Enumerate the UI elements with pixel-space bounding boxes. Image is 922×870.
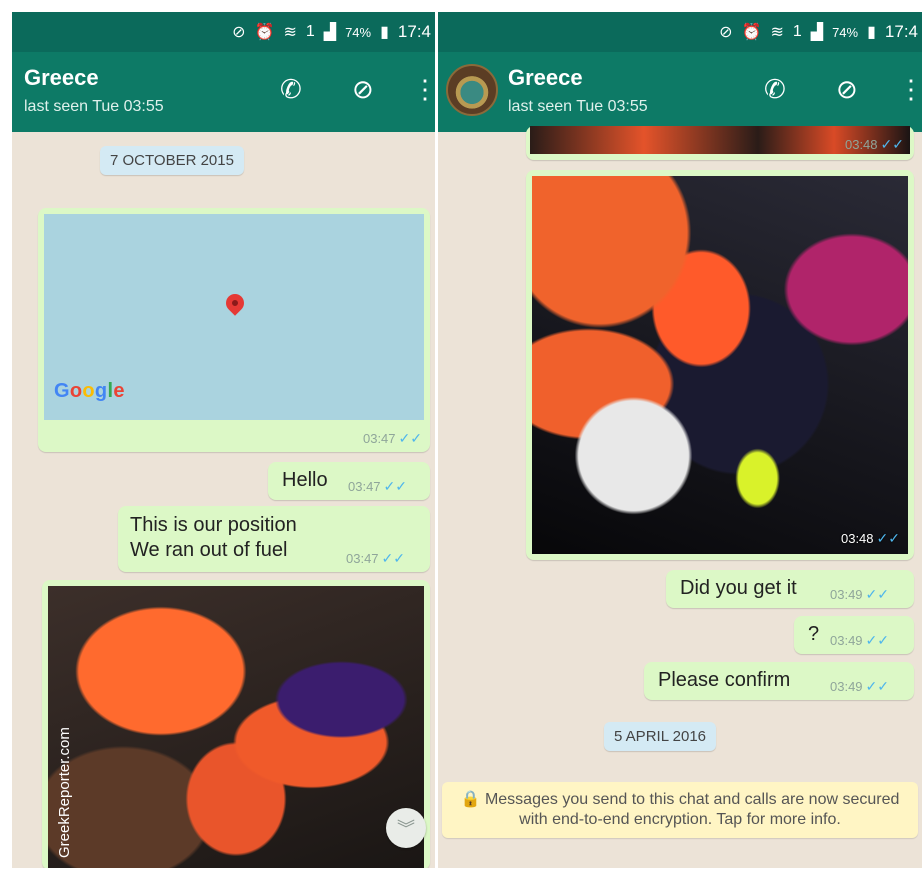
double-check-icon: ✓✓	[876, 530, 900, 546]
message-bubble[interactable]: Hello 03:47 ✓✓	[268, 462, 430, 500]
message-bubble[interactable]: Please confirm 03:49 ✓✓	[644, 662, 914, 700]
double-check-icon: ✓✓	[880, 136, 904, 152]
photo-thumbnail[interactable]	[48, 586, 424, 868]
last-seen: last seen Tue 03:55	[508, 98, 648, 115]
message-text: Please confirm	[658, 669, 791, 691]
location-message[interactable]: Google 03:47 ✓✓	[38, 208, 430, 452]
image-message[interactable]	[42, 580, 430, 868]
double-check-icon: ✓✓	[383, 478, 408, 494]
double-check-icon: ✓✓	[381, 550, 406, 566]
chat-header[interactable]: Greece last seen Tue 03:55 ✆ ⊘ ⋮	[12, 52, 435, 132]
image-message[interactable]: 03:48 ✓✓	[526, 126, 914, 160]
phone-icon[interactable]: ✆	[280, 74, 302, 105]
mute-icon: ⊘	[719, 24, 733, 41]
double-check-icon: ✓✓	[865, 632, 890, 648]
wifi-icon: ≋	[770, 24, 784, 41]
message-time: 03:49 ✓✓	[830, 632, 890, 648]
contact-avatar[interactable]	[446, 64, 498, 116]
message-bubble[interactable]: Did you get it 03:49 ✓✓	[666, 570, 914, 608]
battery-icon: ▮	[380, 24, 389, 41]
message-bubble[interactable]: ? 03:49 ✓✓	[794, 616, 914, 654]
mute-icon: ⊘	[232, 24, 246, 41]
chevron-double-down-icon[interactable]: ︾	[386, 808, 426, 848]
message-time: 03:48 ✓✓	[840, 530, 900, 546]
photo-thumbnail[interactable]	[532, 176, 908, 554]
battery-percent: 74%	[345, 24, 372, 40]
message-time: 03:49 ✓✓	[830, 678, 890, 694]
signal-icon: ▟	[810, 24, 824, 41]
message-text: ?	[808, 623, 820, 645]
left-chat-screen: ⊘ ⏰ ≋ 1 ▟ 74% ▮ 17:4 Greece last seen Tu…	[12, 12, 435, 868]
sim-icon: 1	[305, 23, 315, 40]
message-text: Did you get it	[680, 577, 797, 599]
contact-name[interactable]: Greece	[508, 65, 583, 91]
message-text: Hello	[282, 469, 328, 491]
paperclip-icon[interactable]: ⊘	[836, 74, 858, 105]
paperclip-icon[interactable]: ⊘	[352, 74, 374, 105]
message-time: 03:47 ✓✓	[362, 430, 422, 446]
wifi-icon: ≋	[283, 24, 297, 41]
battery-icon: ▮	[867, 24, 876, 41]
phone-icon[interactable]: ✆	[764, 74, 786, 105]
sim-icon: 1	[792, 23, 802, 40]
encryption-notice[interactable]: 🔒 Messages you send to this chat and cal…	[442, 782, 918, 838]
message-text: This is our position We ran out of fuel	[130, 514, 297, 561]
alarm-icon: ⏰	[254, 24, 275, 41]
contact-name[interactable]: Greece	[24, 65, 99, 91]
more-vert-icon[interactable]: ⋮	[412, 74, 435, 105]
google-logo: Google	[54, 380, 125, 402]
message-time: 03:49 ✓✓	[830, 586, 890, 602]
map-thumbnail[interactable]: Google	[44, 214, 424, 420]
message-time: 03:48 ✓✓	[844, 136, 904, 152]
battery-percent: 74%	[832, 24, 859, 40]
message-list[interactable]: 03:48 ✓✓ 03:48 ✓✓ Did you get it 03:49 ✓✓ ?…	[438, 126, 922, 868]
message-bubble[interactable]: This is our position We ran out of fuel …	[118, 506, 430, 572]
signal-icon: ▟	[323, 24, 337, 41]
clock: 17:4	[397, 22, 431, 41]
double-check-icon: ✓✓	[398, 430, 422, 446]
last-seen: last seen Tue 03:55	[24, 98, 164, 115]
right-chat-screen: ⊘ ⏰ ≋ 1 ▟ 74% ▮ 17:4 Greece last seen Tu…	[438, 12, 922, 868]
message-time: 03:47 ✓✓	[348, 478, 408, 494]
message-time: 03:47 ✓✓	[346, 550, 406, 566]
watermark: GreekReporter.com	[56, 727, 73, 858]
date-chip: 7 OCTOBER 2015	[100, 146, 244, 175]
date-chip: 5 APRIL 2016	[604, 722, 717, 751]
chat-header[interactable]: Greece last seen Tue 03:55 ✆ ⊘ ⋮	[438, 52, 922, 132]
alarm-icon: ⏰	[741, 24, 762, 41]
status-bar: ⊘ ⏰ ≋ 1 ▟ 74% ▮ 17:4	[438, 12, 922, 52]
image-message[interactable]: 03:48 ✓✓	[526, 170, 914, 560]
more-vert-icon[interactable]: ⋮	[898, 74, 922, 105]
double-check-icon: ✓✓	[865, 678, 890, 694]
double-check-icon: ✓✓	[865, 586, 890, 602]
map-pin-icon	[222, 290, 248, 316]
status-bar: ⊘ ⏰ ≋ 1 ▟ 74% ▮ 17:4	[12, 12, 435, 52]
clock: 17:4	[884, 22, 918, 41]
